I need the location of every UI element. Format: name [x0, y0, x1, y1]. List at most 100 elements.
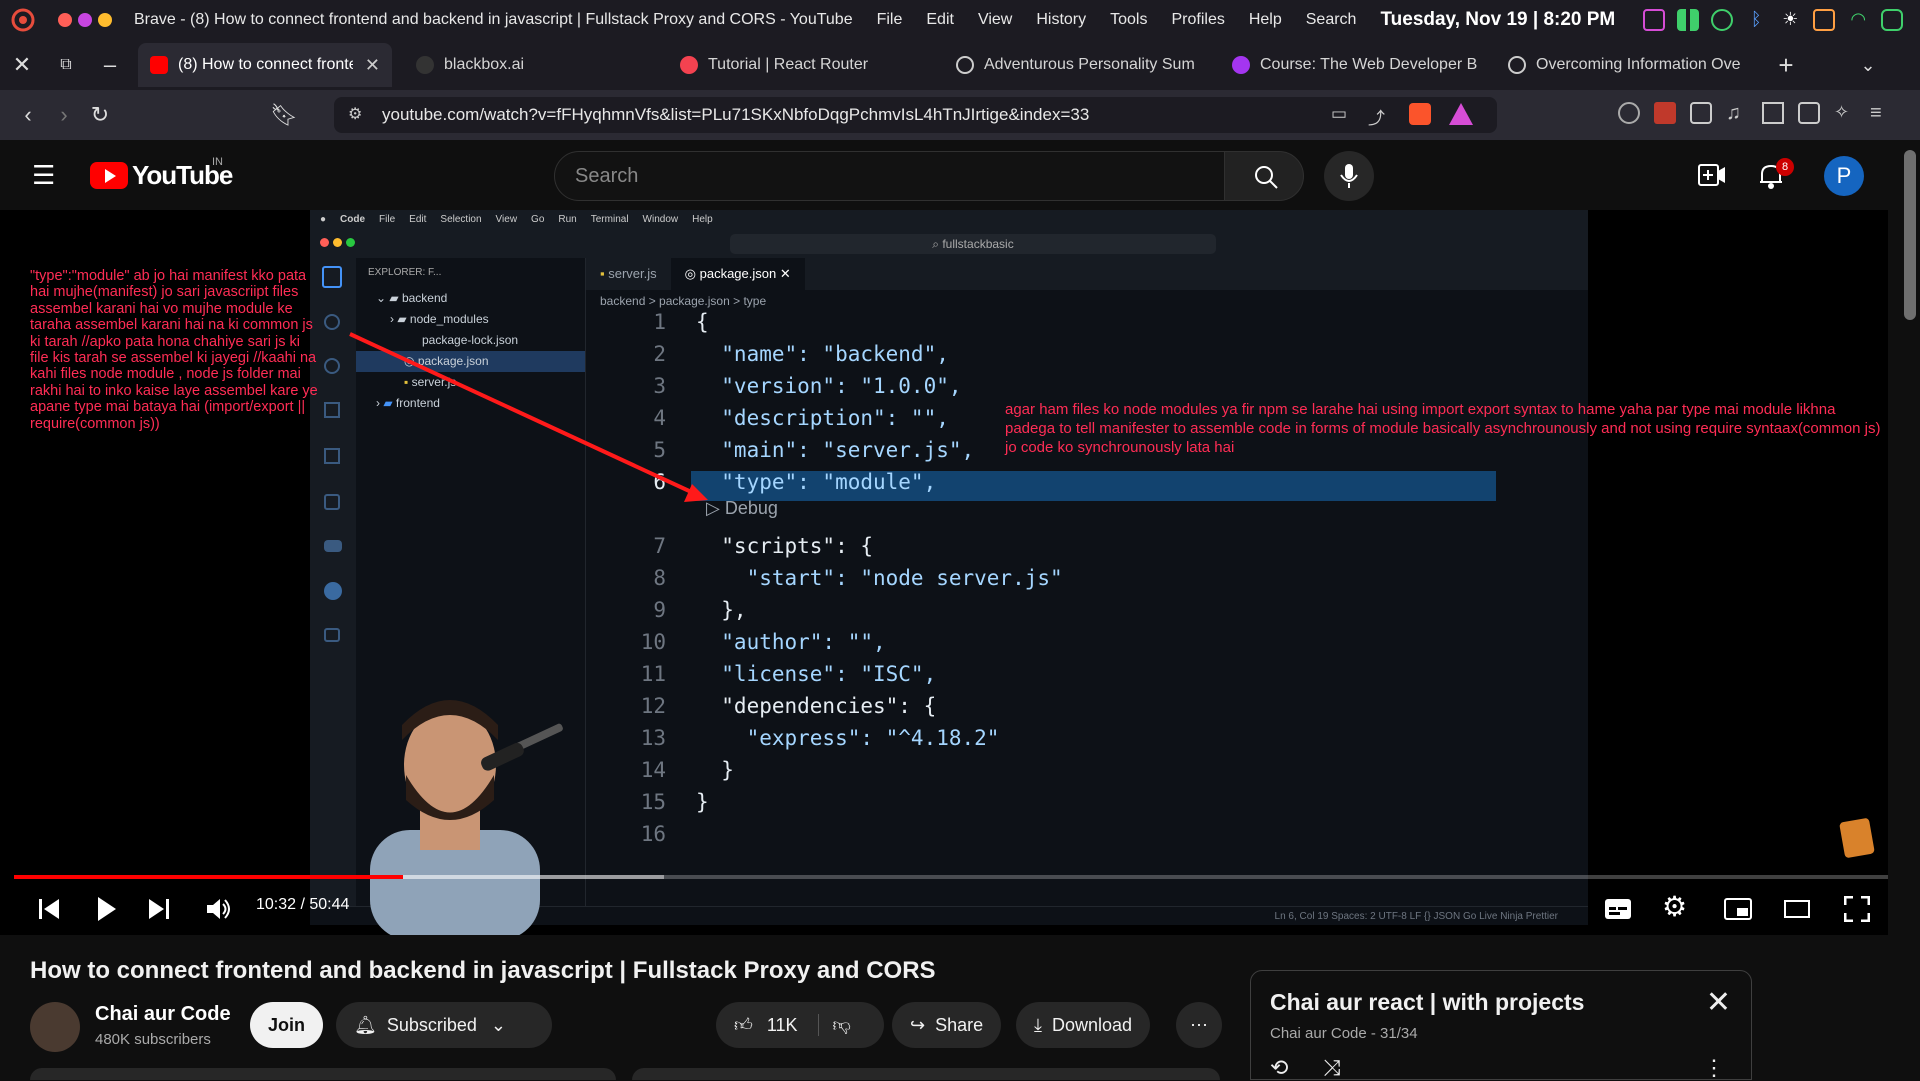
- brave-shields-icon[interactable]: [1409, 103, 1431, 125]
- maximize-window-button[interactable]: [98, 13, 112, 27]
- back-icon[interactable]: ‹: [10, 102, 46, 128]
- description-box[interactable]: [30, 1068, 616, 1080]
- volume-icon[interactable]: [1711, 9, 1734, 31]
- tab-information-overload[interactable]: Overcoming Information Ove: [1496, 43, 1766, 87]
- menu-profiles[interactable]: Profiles: [1171, 11, 1224, 29]
- miniplayer-icon[interactable]: [1724, 898, 1752, 920]
- vscode-min-dot-icon: [333, 238, 342, 247]
- network-icon[interactable]: [1881, 9, 1904, 31]
- tab-web-dev-course[interactable]: Course: The Web Developer B: [1220, 43, 1496, 87]
- minimize-window-button[interactable]: [78, 13, 92, 27]
- chevron-down-icon[interactable]: ∨: [1915, 9, 1920, 33]
- cast-icon[interactable]: ▭: [1331, 104, 1347, 124]
- wallet-icon[interactable]: [1798, 102, 1820, 124]
- channel-watermark-icon[interactable]: [1839, 817, 1875, 859]
- menu-tools[interactable]: Tools: [1110, 11, 1147, 29]
- more-actions-button[interactable]: ⋯: [1176, 1002, 1222, 1048]
- youtube-logo[interactable]: YouTube IN: [90, 156, 233, 191]
- restore-window-icon[interactable]: ⧉: [44, 56, 88, 74]
- chat-icon: [324, 628, 340, 642]
- volume-icon[interactable]: [206, 898, 232, 920]
- channel-avatar[interactable]: [30, 1002, 80, 1052]
- close-playlist-icon[interactable]: ✕: [1706, 985, 1731, 1020]
- create-video-icon[interactable]: [1698, 164, 1726, 186]
- reload-icon[interactable]: ↻: [82, 102, 118, 128]
- menu-file[interactable]: File: [877, 11, 903, 29]
- comments-box[interactable]: [632, 1068, 1220, 1080]
- menu-search[interactable]: Search: [1306, 11, 1357, 29]
- join-button[interactable]: Join: [250, 1002, 324, 1048]
- loop-icon[interactable]: ⟲: [1270, 1055, 1288, 1081]
- guide-menu-icon[interactable]: ☰: [32, 160, 55, 191]
- clock[interactable]: Tuesday, Nov 19 | 8:20 PM: [1380, 9, 1615, 31]
- brave-rewards-icon[interactable]: [1449, 103, 1473, 125]
- tab-react-router[interactable]: Tutorial | React Router: [668, 43, 944, 87]
- brightness-icon[interactable]: ☀: [1779, 9, 1801, 31]
- site-settings-icon[interactable]: ⚙: [348, 104, 362, 124]
- close-window-button[interactable]: [58, 13, 72, 27]
- new-tab-icon[interactable]: +: [1766, 50, 1806, 81]
- progress-bar[interactable]: [14, 875, 1888, 879]
- bookmark-icon[interactable]: 🔖︎: [266, 102, 302, 128]
- address-bar[interactable]: ⚙ youtube.com/watch?v=fFHyqhmnVfs&list=P…: [334, 97, 1497, 133]
- close-tab-icon[interactable]: ✕: [365, 55, 380, 76]
- tab-personality[interactable]: Adventurous Personality Sum: [944, 43, 1220, 87]
- play-icon[interactable]: [96, 896, 118, 922]
- share-icon[interactable]: ⤴: [1368, 104, 1385, 129]
- window-title: Brave - (8) How to connect frontend and …: [134, 11, 853, 28]
- bluetooth-icon[interactable]: ᛒ: [1745, 9, 1767, 31]
- search-input[interactable]: Search: [554, 151, 1226, 201]
- voice-search-button[interactable]: [1324, 151, 1374, 201]
- menu-help[interactable]: Help: [1249, 11, 1282, 29]
- tab-label: (8) How to connect fronte: [178, 56, 353, 73]
- tab-youtube-video[interactable]: (8) How to connect fronte ✕: [138, 43, 392, 87]
- thumbs-up-icon: 👍︎: [734, 1015, 753, 1035]
- explorer-files-icon: [322, 266, 342, 288]
- previous-icon[interactable]: [38, 898, 60, 920]
- next-icon[interactable]: [148, 898, 170, 920]
- settings-gear-icon[interactable]: ⚙: [1662, 890, 1687, 923]
- annotation-arrow-icon: [349, 332, 708, 502]
- leo-ai-icon[interactable]: ✧: [1834, 102, 1856, 124]
- extension-red-icon[interactable]: [1654, 102, 1676, 124]
- menu-edit[interactable]: Edit: [926, 11, 954, 29]
- share-button[interactable]: ↪ Share: [892, 1002, 1002, 1048]
- music-icon[interactable]: ♫: [1726, 102, 1748, 124]
- video-player[interactable]: ● Code File Edit Selection View Go Run T…: [0, 210, 1888, 935]
- extensions-puzzle-icon[interactable]: [1690, 102, 1712, 124]
- search-button[interactable]: [1224, 151, 1304, 201]
- channel-name[interactable]: Chai aur Code: [95, 1003, 231, 1026]
- battery-icon[interactable]: [1813, 9, 1836, 31]
- alarm-icon[interactable]: [1618, 102, 1640, 124]
- hamburger-menu-icon[interactable]: ≡: [1870, 102, 1892, 124]
- shuffle-icon[interactable]: ⤨: [1323, 1055, 1341, 1081]
- sidebar-icon[interactable]: [1762, 102, 1784, 124]
- tab-label: blackbox.ai: [444, 56, 525, 73]
- youtube-favicon-icon: [150, 56, 168, 74]
- forward-icon[interactable]: ›: [46, 102, 82, 128]
- like-button[interactable]: 👍︎ 11K 👎︎: [716, 1002, 884, 1048]
- subscribed-button[interactable]: 🔔︎ Subscribed ⌄: [336, 1002, 552, 1048]
- menu-history[interactable]: History: [1036, 11, 1086, 29]
- account-avatar[interactable]: P: [1824, 156, 1864, 196]
- explorer-header: EXPLORER: F...: [368, 267, 442, 278]
- os-logo-icon[interactable]: [10, 8, 36, 32]
- app-menu: File Edit View History Tools Profiles He…: [877, 11, 1357, 29]
- more-vertical-icon[interactable]: ⋮: [1703, 1055, 1725, 1081]
- theater-mode-icon[interactable]: [1784, 900, 1810, 918]
- minimize-icon[interactable]: –: [88, 52, 132, 78]
- line-number: 10: [640, 630, 666, 654]
- close-icon[interactable]: ✕: [0, 52, 44, 78]
- tab-list-chevron-icon[interactable]: ⌄: [1848, 55, 1888, 76]
- subtitles-icon[interactable]: [1604, 898, 1632, 920]
- tab-blackbox[interactable]: blackbox.ai: [392, 43, 668, 87]
- download-button[interactable]: ⤓ Download: [1016, 1002, 1151, 1048]
- menu-view[interactable]: View: [978, 11, 1012, 29]
- wifi-icon[interactable]: ◠: [1847, 9, 1869, 31]
- thumbs-down-icon[interactable]: 👎︎: [817, 1014, 851, 1036]
- playlist-title[interactable]: Chai aur react | with projects: [1270, 989, 1584, 1016]
- page-scrollbar[interactable]: [1904, 150, 1916, 320]
- fullscreen-icon[interactable]: [1844, 896, 1870, 922]
- calendar-icon[interactable]: [1643, 9, 1666, 31]
- pause-icon[interactable]: [1677, 9, 1700, 31]
